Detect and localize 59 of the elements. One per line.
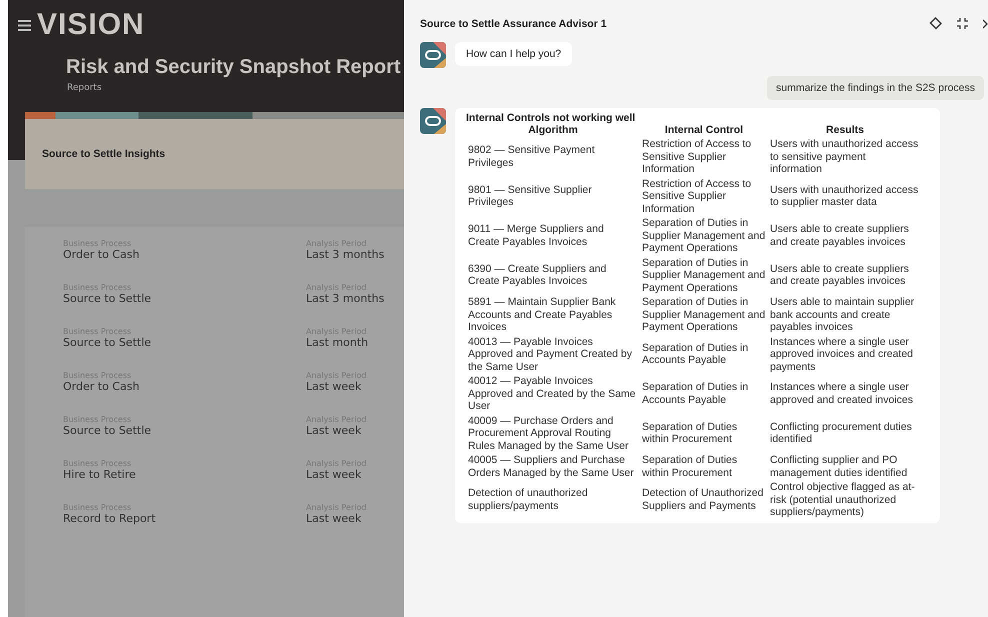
column-header: Internal Control <box>664 124 744 138</box>
table-cell-text: 40013 — Payable Invoices Approved and Payment Created by the Same User <box>467 336 634 374</box>
field-value: Order to Cash <box>63 248 140 261</box>
field-value: Last week <box>306 512 362 525</box>
table-cell-text: Conflicting supplier and PO management duties identified <box>769 454 908 480</box>
breadcrumb-link[interactable]: Reports <box>67 83 404 93</box>
field-value: Last week <box>306 380 362 393</box>
field-value: Last 3 months <box>306 292 384 305</box>
menu-icon[interactable] <box>18 20 31 30</box>
table-cell-text: Separation of Duties within Procurement <box>641 420 738 448</box>
table-cell-text: Users able to create suppliers and create payables invoices <box>769 222 910 250</box>
table-cell-text: Conflicting procurement duties identified <box>769 420 913 448</box>
table-cell-text: Separation of Duties in Supplier Management and Payment Operations <box>641 217 766 256</box>
table-cell-text: Separation of Duties in Accounts Payable <box>641 340 750 368</box>
field-value: Order to Cash <box>63 380 140 393</box>
column-header: Results <box>825 124 865 138</box>
table-cell-text: Users able to create suppliers and create payables invoices <box>769 262 910 290</box>
table-cell-text: Users with unauthorized access to supplier master data <box>769 182 920 210</box>
field-value: Last week <box>306 424 362 437</box>
field-value: Last 3 months <box>306 248 384 261</box>
table-cell-text: Restriction of Access to Sensitive Supplier Information <box>641 178 752 216</box>
table-cell-text: 40012 — Payable Invoices Approved and Created by the Same User <box>467 375 637 414</box>
table-cell-text: Separation of Duties within Procurement <box>641 454 738 480</box>
field-value: Last week <box>306 468 362 481</box>
table-cell-text: Detection of unauthorized suppliers/payments <box>467 486 589 514</box>
table-cell-text: Separation of Duties in Supplier Management and Payment Operations <box>641 296 766 335</box>
table-cell-text: Control objective flagged as at-risk (potential unauthorized suppliers/payments) <box>769 481 916 520</box>
field-value: Last month <box>306 336 370 349</box>
panel-title: Source to Settle Assurance Advisor 1 <box>420 18 607 30</box>
assistant-avatar-icon <box>420 42 446 68</box>
column-header: Algorithm <box>527 124 579 138</box>
field-value: Source to Settle <box>63 292 152 305</box>
table-cell-text: 6390 — Create Suppliers and Create Payables Invoices <box>467 262 608 290</box>
table-cell-text: Separation of Duties in Supplier Management and Payment Operations <box>641 256 766 296</box>
table-cell-text: 9801 — Sensitive Supplier Privileges <box>467 182 593 210</box>
table-cell-text: Users with unauthorized access to sensitive payment information <box>769 138 920 177</box>
assistant-avatar-icon <box>420 108 446 134</box>
assistant-message: How can I help you? <box>455 42 572 66</box>
collapse-icon[interactable] <box>956 17 969 30</box>
page-title: Risk and Security Snapshot Report <box>66 56 402 79</box>
field-value: Source to Settle <box>63 336 152 349</box>
table-cell-text: 9011 — Merge Suppliers and Create Payables Invoices <box>467 222 605 250</box>
table-cell-text: Separation of Duties in Accounts Payable <box>641 380 750 408</box>
table-cell-text: Instances where a single user approved invoices and created payments <box>769 336 914 374</box>
table-cell-text: 40009 — Purchase Orders and Procurement Approval Routing Rules Managed by the Same User <box>467 414 630 454</box>
table-cell-text: 40005 — Suppliers and Purchase Orders Managed by the Same User <box>467 454 635 480</box>
app-logo: VISION <box>37 8 145 42</box>
field-value: Source to Settle <box>63 424 152 437</box>
table-cell-text: Users able to maintain supplier bank accounts and create payables invoices <box>769 296 916 335</box>
field-value: Record to Report <box>63 512 157 525</box>
table-cell-text: Restriction of Access to Sensitive Supplier Information <box>641 138 752 177</box>
user-message: summarize the findings in the S2S process <box>766 76 984 100</box>
table-cell-text: 9802 — Sensitive Payment Privileges <box>467 143 596 171</box>
table-cell-text: Instances where a single user approved and created invoices <box>769 380 914 408</box>
message-heading: Internal Controls not working well <box>466 112 636 124</box>
table-cell-text: 5891 — Maintain Supplier Bank Accounts and Create Payables Invoices <box>467 296 617 335</box>
card-title: Source to Settle Insights <box>42 148 166 160</box>
field-value: Hire to Retire <box>63 468 137 481</box>
table-cell-text: Detection of Unauthorized Suppliers and Payments <box>641 486 764 514</box>
